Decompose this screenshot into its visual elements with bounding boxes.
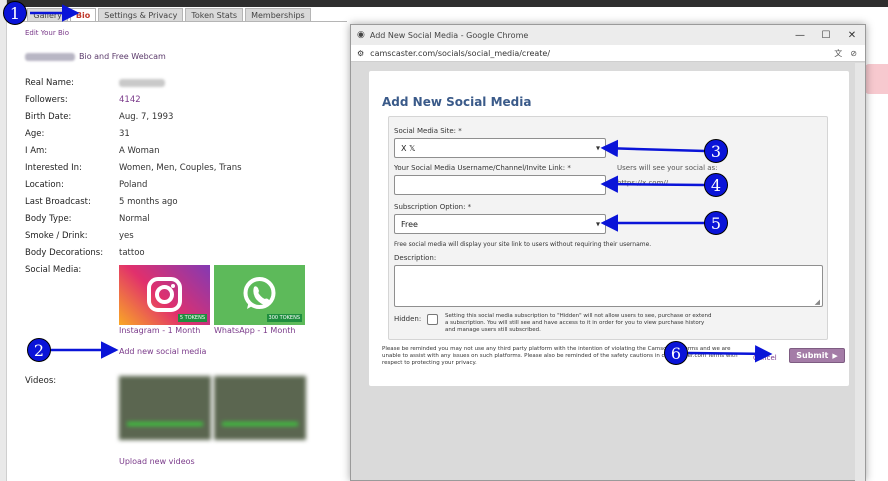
- social-site-select[interactable]: X 𝕏 ▾: [394, 138, 606, 158]
- add-social-media-link[interactable]: Add new social media: [119, 347, 206, 356]
- cancel-link[interactable]: Cancel: [753, 354, 777, 362]
- globe-icon: ◉: [357, 30, 365, 40]
- submit-button[interactable]: Submit ▶: [789, 348, 845, 363]
- subscription-select[interactable]: Free ▾: [394, 214, 606, 234]
- edit-bio-link[interactable]: Edit Your Bio: [25, 29, 69, 37]
- tab-underline: [7, 21, 347, 22]
- site-settings-icon[interactable]: ⚙: [357, 49, 364, 58]
- tab-gallery[interactable]: Gallery: [27, 8, 68, 22]
- step-marker-3: 3: [704, 139, 728, 163]
- profile-label: Smoke / Drink:: [25, 231, 88, 241]
- username-input[interactable]: [394, 175, 606, 195]
- profile-label: Followers:: [25, 95, 68, 105]
- profile-value: Women, Men, Couples, Trans: [119, 163, 242, 173]
- profile-label: Social Media:: [25, 265, 82, 275]
- whatsapp-caption[interactable]: WhatsApp - 1 Month: [214, 326, 296, 335]
- hidden-checkbox[interactable]: [427, 314, 438, 325]
- profile-label: I Am:: [25, 146, 48, 156]
- maximize-icon[interactable]: ☐: [813, 25, 839, 45]
- form-card: Add New Social Media Social Media Site: …: [369, 71, 849, 386]
- token-badge: 5 TOKENS: [177, 314, 207, 322]
- tab-bio[interactable]: Bio: [69, 8, 97, 22]
- url-text[interactable]: camscaster.com/socials/social_media/crea…: [370, 49, 550, 58]
- profile-value-blurred: [119, 79, 165, 90]
- profile-value: Normal: [119, 214, 150, 224]
- form-panel: Social Media Site: * X 𝕏 ▾ Your Social M…: [388, 116, 828, 340]
- page-title-text: Bio and Free Webcam: [79, 52, 166, 61]
- hidden-hint: Setting this social media subscription t…: [445, 313, 712, 333]
- instagram-card[interactable]: 5 TOKENS: [119, 265, 210, 325]
- profile-label: Body Decorations:: [25, 248, 104, 258]
- profile-value: tattoo: [119, 248, 145, 258]
- chevron-down-icon: ▾: [595, 219, 600, 229]
- profile-value: 31: [119, 129, 130, 139]
- terms-disclaimer: Please be reminded you may not use any t…: [382, 346, 738, 366]
- step-marker-4: 4: [704, 173, 728, 197]
- site-label: Social Media Site: *: [394, 127, 462, 135]
- tab-token-stats[interactable]: Token Stats: [185, 8, 244, 22]
- profile-label: Last Broadcast:: [25, 197, 91, 207]
- translate-icon[interactable]: 文: [834, 48, 842, 59]
- form-heading: Add New Social Media: [382, 95, 532, 109]
- profile-tabs: ls Gallery Bio Settings & Privacy Token …: [7, 8, 311, 22]
- popup-scrollbar[interactable]: [855, 63, 865, 481]
- upload-videos-link[interactable]: Upload new videos: [119, 457, 195, 466]
- profile-value: yes: [119, 231, 134, 241]
- close-icon[interactable]: ✕: [839, 25, 865, 45]
- page-edge-badge: [865, 64, 888, 94]
- chrome-popup-window: ◉ Add New Social Media - Google Chrome —…: [350, 24, 866, 481]
- instagram-caption[interactable]: Instagram - 1 Month: [119, 326, 200, 335]
- social-site-value: X 𝕏: [401, 143, 416, 153]
- preview-label: Users will see your social as:: [617, 164, 718, 172]
- step-marker-1: 1: [3, 1, 27, 25]
- username-label: Your Social Media Username/Channel/Invit…: [394, 164, 571, 172]
- profile-label: Interested In:: [25, 163, 82, 173]
- window-titlebar[interactable]: ◉ Add New Social Media - Google Chrome —…: [351, 25, 865, 45]
- tab-settings-privacy[interactable]: Settings & Privacy: [98, 8, 184, 22]
- free-hint: Free social media will display your site…: [394, 241, 652, 248]
- videos-label: Videos:: [25, 376, 57, 386]
- resize-handle-icon[interactable]: ◢: [815, 298, 820, 306]
- profile-value: 5 months ago: [119, 197, 178, 207]
- profile-label: Body Type:: [25, 214, 72, 224]
- preview-url: https://x.com//: [617, 179, 669, 187]
- profile-label: Real Name:: [25, 78, 74, 88]
- blurred-username: [25, 52, 75, 61]
- subscription-label: Subscription Option: *: [394, 203, 472, 211]
- whatsapp-card[interactable]: 300 TOKENS: [214, 265, 305, 325]
- profile-label: Age:: [25, 129, 45, 139]
- address-bar[interactable]: ⚙ camscaster.com/socials/social_media/cr…: [351, 45, 865, 62]
- step-marker-2: 2: [27, 338, 51, 362]
- profile-value: A Woman: [119, 146, 160, 156]
- step-marker-5: 5: [704, 211, 728, 235]
- left-scrollbar[interactable]: [0, 0, 7, 481]
- description-textarea[interactable]: ◢: [394, 265, 823, 307]
- caret-right-icon: ▶: [832, 351, 838, 360]
- step-marker-6: 6: [664, 341, 688, 365]
- video-thumbnail[interactable]: [119, 376, 211, 440]
- profile-label: Birth Date:: [25, 112, 72, 122]
- hidden-label: Hidden:: [394, 315, 422, 323]
- video-thumbnail[interactable]: [214, 376, 306, 440]
- window-title: Add New Social Media - Google Chrome: [369, 30, 529, 40]
- profile-value: Aug. 7, 1993: [119, 112, 174, 122]
- token-badge: 300 TOKENS: [266, 314, 302, 322]
- submit-label: Submit: [796, 351, 829, 360]
- subscription-value: Free: [401, 219, 418, 229]
- minimize-icon[interactable]: —: [787, 25, 813, 45]
- description-label: Description:: [394, 254, 437, 262]
- page-title: Bio and Free Webcam: [25, 52, 166, 61]
- profile-value: Poland: [119, 180, 148, 190]
- eye-off-icon[interactable]: ⊘: [850, 49, 857, 58]
- profile-label: Location:: [25, 180, 64, 190]
- tab-memberships[interactable]: Memberships: [245, 8, 311, 22]
- profile-value[interactable]: 4142: [119, 95, 141, 105]
- chevron-down-icon: ▾: [595, 143, 600, 153]
